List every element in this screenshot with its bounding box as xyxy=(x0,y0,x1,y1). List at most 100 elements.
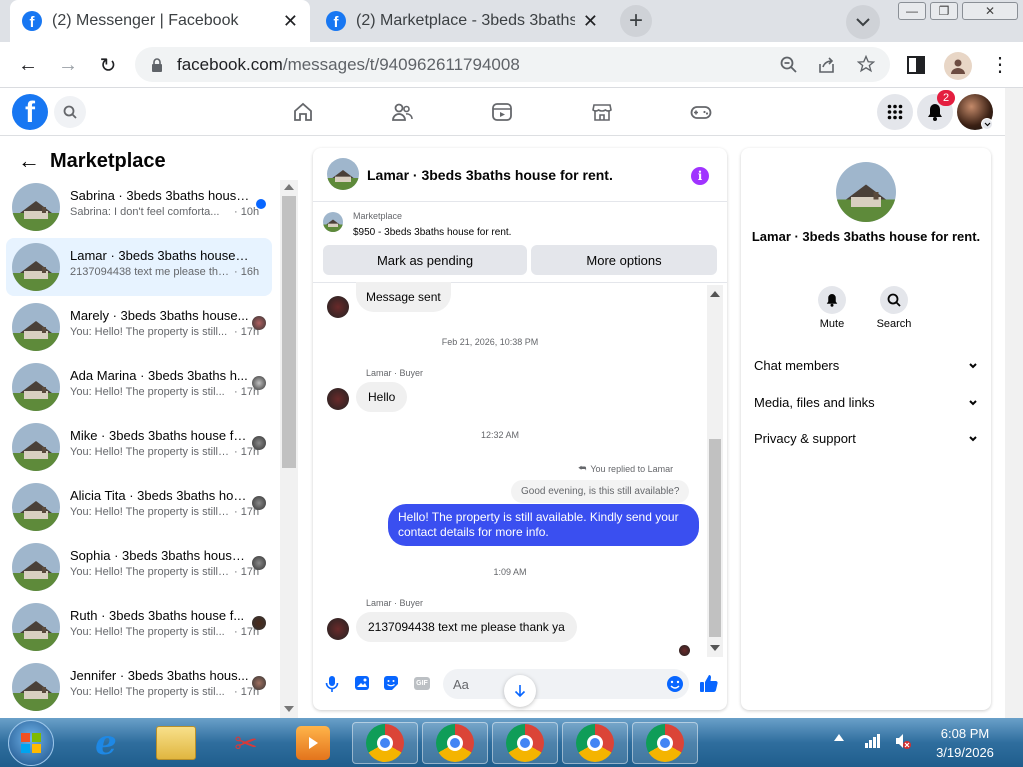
taskbar-chrome-5[interactable] xyxy=(632,722,698,764)
read-receipt-avatar xyxy=(252,616,266,630)
taskbar-chrome-4[interactable] xyxy=(562,722,628,764)
url-path: /messages/t/940962611794008 xyxy=(282,54,520,74)
info-icon[interactable]: i xyxy=(691,167,709,185)
facebook-logo[interactable]: f xyxy=(12,94,48,130)
start-button[interactable] xyxy=(8,720,54,766)
bookmark-star-icon[interactable] xyxy=(857,55,875,73)
scroll-down-icon[interactable] xyxy=(710,645,720,651)
taskbar-chrome-1[interactable] xyxy=(352,722,418,764)
details-avatar[interactable] xyxy=(836,162,896,222)
conversation-row[interactable]: Lamar · 3beds 3baths house fo... 21370944… xyxy=(6,238,272,296)
share-icon[interactable] xyxy=(818,56,836,74)
page-scrollbar[interactable] xyxy=(1005,88,1023,718)
account-chevron-icon[interactable] xyxy=(981,118,993,130)
conversation-row[interactable]: Sophia · 3beds 3baths house f... You: Hel… xyxy=(6,538,272,596)
menu-button[interactable] xyxy=(877,94,913,130)
sticker-icon[interactable] xyxy=(383,675,399,691)
my-message-bubble[interactable]: Hello! The property is still available. … xyxy=(388,504,699,546)
friends-icon[interactable] xyxy=(391,101,413,123)
sidebar-scroll-thumb[interactable] xyxy=(282,196,296,468)
marketplace-icon[interactable] xyxy=(591,101,613,123)
photo-icon[interactable] xyxy=(354,675,370,691)
back-button[interactable]: ← xyxy=(14,51,42,79)
chat-avatar[interactable] xyxy=(327,158,359,190)
conversation-time: · 10h xyxy=(234,206,260,218)
url-field[interactable]: facebook.com/messages/t/940962611794008 xyxy=(135,47,890,82)
listing-thumbnail[interactable] xyxy=(323,212,343,232)
gaming-icon[interactable] xyxy=(690,101,712,123)
message-bubble[interactable]: 2137094438 text me please thank ya xyxy=(356,612,577,642)
message-input-placeholder: Aa xyxy=(453,677,469,692)
conversation-row[interactable]: Ruth · 3beds 3baths house f... You: Hello… xyxy=(6,598,272,656)
lamar-avatar[interactable] xyxy=(327,296,349,318)
chat-scroll-thumb[interactable] xyxy=(709,439,721,637)
mark-pending-button[interactable]: Mark as pending xyxy=(323,245,527,275)
close-window-button[interactable]: ✕ xyxy=(962,2,1018,20)
taskbar-chrome-3[interactable] xyxy=(492,722,558,764)
conversation-avatar xyxy=(12,543,60,591)
listing-text[interactable]: $950 - 3beds 3baths house for rent. xyxy=(353,227,511,238)
forward-button[interactable]: → xyxy=(54,51,82,79)
tab-messenger[interactable]: f (2) Messenger | Facebook ✕ xyxy=(10,0,310,42)
conversation-name: Ruth · 3beds 3baths house f... xyxy=(70,608,245,623)
tab-search-button[interactable] xyxy=(846,5,880,39)
search-button[interactable] xyxy=(54,96,86,128)
chat-title[interactable]: Lamar · 3beds 3baths house for rent. xyxy=(367,167,613,183)
new-tab-button[interactable]: + xyxy=(620,5,652,37)
chat-scrollbar[interactable] xyxy=(707,285,723,657)
quoted-message[interactable]: Good evening, is this still available? xyxy=(511,480,690,503)
search-in-chat-button[interactable] xyxy=(880,286,908,314)
restore-button[interactable]: ❐ xyxy=(930,2,958,20)
thumbs-up-icon[interactable] xyxy=(699,673,719,693)
message-bubble[interactable]: Message sent xyxy=(356,282,451,312)
message-input[interactable]: Aa xyxy=(443,669,689,699)
video-icon[interactable] xyxy=(491,101,513,123)
emoji-icon[interactable] xyxy=(666,675,684,693)
minimize-button[interactable]: — xyxy=(898,2,926,20)
scroll-up-icon[interactable] xyxy=(710,291,720,297)
home-icon[interactable] xyxy=(292,101,314,123)
section-media-files-links[interactable]: Media, files and links xyxy=(754,395,978,410)
read-receipt-avatar xyxy=(252,556,266,570)
side-panel-icon[interactable] xyxy=(907,56,925,74)
file-explorer-icon[interactable] xyxy=(156,726,196,760)
close-tab-icon[interactable]: ✕ xyxy=(583,11,598,32)
profile-avatar[interactable] xyxy=(944,52,972,80)
volume-muted-icon[interactable] xyxy=(894,732,912,750)
conversation-row[interactable]: Sabrina · 3beds 3baths house... Sabrina: … xyxy=(6,178,272,236)
gif-icon[interactable]: GIF xyxy=(414,677,430,690)
conversation-preview: You: Hello! The property is stil... xyxy=(70,626,225,638)
lamar-avatar[interactable] xyxy=(327,388,349,410)
section-privacy-support[interactable]: Privacy & support xyxy=(754,431,978,446)
lamar-avatar[interactable] xyxy=(327,618,349,640)
snipping-tool-icon[interactable]: ✂ xyxy=(226,724,266,762)
taskbar-chrome-2[interactable] xyxy=(422,722,488,764)
more-options-button[interactable]: More options xyxy=(531,245,717,275)
conversation-row[interactable]: Mike · 3beds 3baths house for ... You: He… xyxy=(6,418,272,476)
conversation-row[interactable]: Marely · 3beds 3baths house... You: Hello… xyxy=(6,298,272,356)
network-signal-icon[interactable] xyxy=(864,732,882,748)
close-tab-icon[interactable]: ✕ xyxy=(283,11,298,32)
scroll-up-icon[interactable] xyxy=(284,184,294,190)
zoom-icon[interactable] xyxy=(780,56,798,74)
section-chat-members[interactable]: Chat members xyxy=(754,358,978,373)
mute-button[interactable] xyxy=(818,286,846,314)
scroll-down-icon[interactable] xyxy=(284,706,294,712)
message-bubble[interactable]: Hello xyxy=(356,382,408,412)
read-receipt-avatar xyxy=(252,496,266,510)
microphone-icon[interactable] xyxy=(325,675,339,693)
conversation-row[interactable]: Ada Marina · 3beds 3baths h... You: Hello… xyxy=(6,358,272,416)
bell-icon xyxy=(826,294,838,307)
back-arrow-icon[interactable]: ← xyxy=(18,148,40,174)
conversation-row[interactable]: Alicia Tita · 3beds 3baths hous... You: H… xyxy=(6,478,272,536)
internet-explorer-icon[interactable]: e xyxy=(86,723,126,763)
clock-date[interactable]: 3/19/2026 xyxy=(920,745,1010,760)
show-hidden-icons-icon[interactable] xyxy=(834,734,844,741)
scroll-to-bottom-button[interactable] xyxy=(504,675,536,707)
clock-time[interactable]: 6:08 PM xyxy=(920,726,1010,741)
reload-button[interactable]: ↻ xyxy=(94,51,122,79)
media-player-icon[interactable] xyxy=(296,726,330,760)
conversation-row[interactable]: Jennifer · 3beds 3baths hous... You: Hell… xyxy=(6,658,272,716)
tab-marketplace[interactable]: f (2) Marketplace - 3beds 3baths h ✕ xyxy=(314,0,610,42)
browser-menu-button[interactable]: ⋮ xyxy=(990,52,1010,77)
